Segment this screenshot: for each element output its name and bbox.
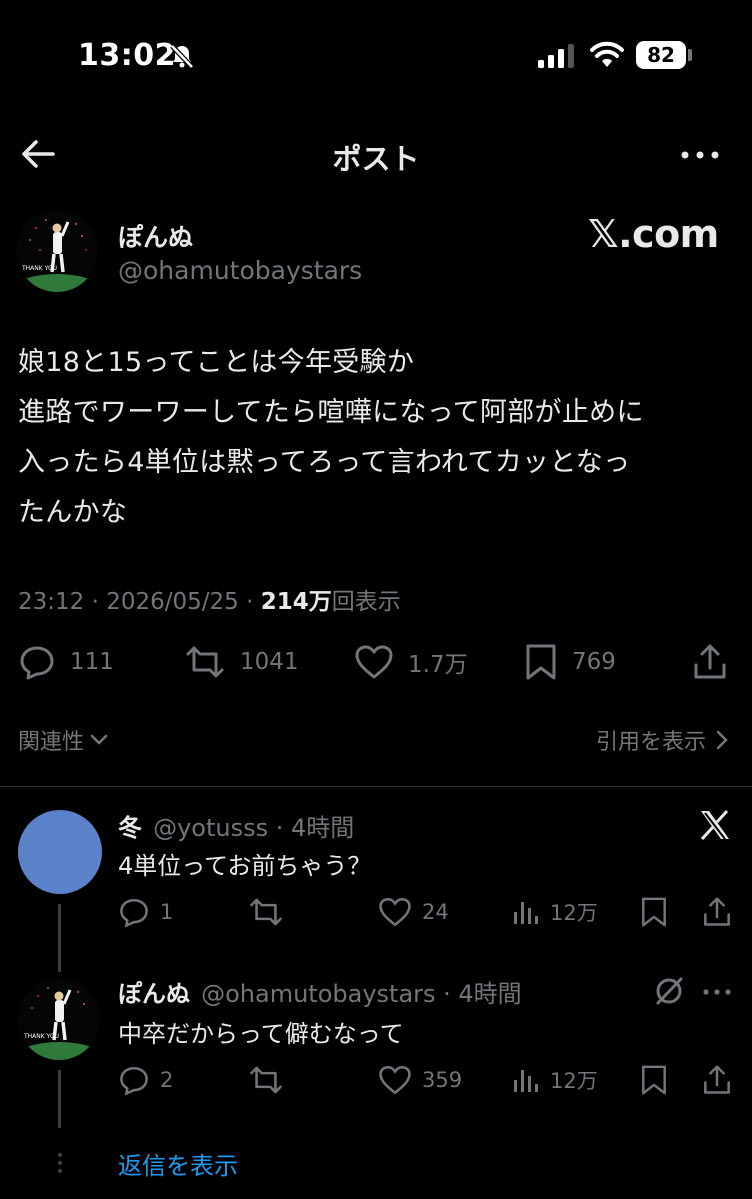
reply-author-handle[interactable]: @ohamutobaystars [201, 980, 435, 1008]
author-avatar[interactable]: THANK YOU [16, 210, 98, 292]
like-button[interactable]: 359 [378, 1062, 462, 1098]
more-options-icon[interactable] [702, 988, 732, 996]
xcom-watermark: 𝕏.com [588, 212, 719, 256]
thread-line [58, 1070, 61, 1128]
like-count: 359 [422, 1068, 463, 1092]
more-options-icon[interactable] [680, 150, 720, 160]
reply-button[interactable]: 111 [18, 642, 114, 682]
thread-line [58, 904, 61, 972]
repost-count: 1041 [240, 649, 299, 675]
heart-icon [354, 644, 408, 680]
reply-text: 中卒だからって僻むなって [118, 1020, 404, 1048]
repost-button[interactable] [248, 1062, 294, 1098]
views-button[interactable]: 12万 [512, 894, 598, 930]
views-chart-icon [512, 1066, 550, 1094]
like-count: 24 [422, 900, 449, 924]
reply-author-handle[interactable]: @yotusss [153, 814, 268, 842]
reply-avatar[interactable]: THANK YOU [18, 978, 100, 1060]
heart-icon [378, 896, 422, 928]
repost-icon [248, 896, 294, 928]
author-name[interactable]: ぽんぬ [118, 218, 193, 254]
reply-text: 4単位ってお前ちゃう？ [118, 852, 372, 880]
reply-icon [18, 643, 70, 681]
share-icon [702, 1064, 742, 1096]
post-body: 娘18と15ってことは今年受験か 進路でワーワーしてたら喧嘩になって阿部が止めに… [18, 347, 644, 528]
thread-continuation-dots [56, 1152, 64, 1174]
views-button[interactable]: 12万 [512, 1062, 598, 1098]
sort-related-dropdown[interactable]: 関連性 [18, 724, 108, 756]
battery-level: 82 [636, 41, 686, 69]
bookmark-icon [524, 643, 572, 681]
reply-avatar[interactable] [18, 810, 102, 894]
view-count: 12万 [550, 1069, 598, 1093]
bookmark-button[interactable]: 769 [524, 642, 616, 682]
like-count: 1.7万 [408, 652, 468, 678]
reply-button[interactable]: 1 [118, 894, 173, 930]
author-handle[interactable]: @ohamutobaystars [118, 256, 362, 285]
page-title: ポスト [332, 142, 420, 176]
view-count: 12万 [550, 901, 598, 925]
sort-label: 関連性 [18, 730, 85, 755]
view-quotes-label: 引用を表示 [595, 730, 706, 755]
reply-author-name[interactable]: ぽんぬ [118, 980, 190, 1008]
bookmark-icon [640, 896, 678, 928]
share-button[interactable] [692, 642, 742, 682]
reply-header: ぽんぬ @ohamutobaystars · 4時間 [118, 974, 522, 1009]
repost-button[interactable] [248, 894, 294, 930]
status-time: 13:02 [78, 38, 176, 73]
bookmark-button[interactable] [640, 894, 678, 930]
divider [0, 786, 752, 787]
bell-muted-icon [168, 42, 196, 70]
reply-time: · 4時間 [268, 814, 355, 842]
post-meta: 23:12 · 2026/05/25 · 214万回表示 [18, 582, 401, 616]
view-quotes-link[interactable]: 引用を表示 [596, 724, 728, 756]
battery-nub [688, 49, 692, 61]
view-count: 214万 [260, 589, 332, 615]
reply-header: 冬 @yotusss · 4時間 [118, 808, 354, 843]
like-button[interactable]: 24 [378, 894, 449, 930]
bookmark-icon [640, 1064, 678, 1096]
share-button[interactable] [702, 1062, 742, 1098]
views-chart-icon [512, 898, 550, 926]
reply-author-name[interactable]: 冬 [118, 814, 142, 842]
view-label: 回表示 [331, 589, 401, 615]
reply-count: 2 [160, 1068, 174, 1092]
reply-button[interactable]: 2 [118, 1062, 173, 1098]
show-replies-link[interactable]: 返信を表示 [118, 1146, 238, 1181]
reply-count: 111 [70, 649, 114, 675]
chevron-down-icon [90, 734, 108, 746]
repost-button[interactable]: 1041 [184, 642, 299, 682]
bookmark-count: 769 [572, 649, 616, 675]
heart-icon [378, 1064, 422, 1096]
reply-icon [118, 1064, 160, 1096]
repost-icon [184, 644, 240, 680]
share-icon [702, 896, 742, 928]
repost-icon [248, 1064, 294, 1096]
grok-icon[interactable] [654, 976, 684, 1006]
chevron-right-icon [716, 730, 728, 750]
x-logo-icon [698, 808, 732, 842]
wifi-icon [590, 41, 624, 69]
like-button[interactable]: 1.7万 [354, 642, 468, 682]
share-button[interactable] [702, 894, 742, 930]
reply-count: 1 [160, 900, 174, 924]
share-icon [692, 643, 742, 681]
post-timestamp: 23:12 · 2026/05/25 · [18, 589, 261, 615]
avatar-caption: THANK YOU [23, 1033, 59, 1040]
cellular-signal-icon [538, 44, 576, 68]
reply-time: · 4時間 [435, 980, 522, 1008]
bookmark-button[interactable] [640, 1062, 678, 1098]
avatar-caption: THANK YOU [21, 265, 57, 272]
reply-icon [118, 896, 160, 928]
